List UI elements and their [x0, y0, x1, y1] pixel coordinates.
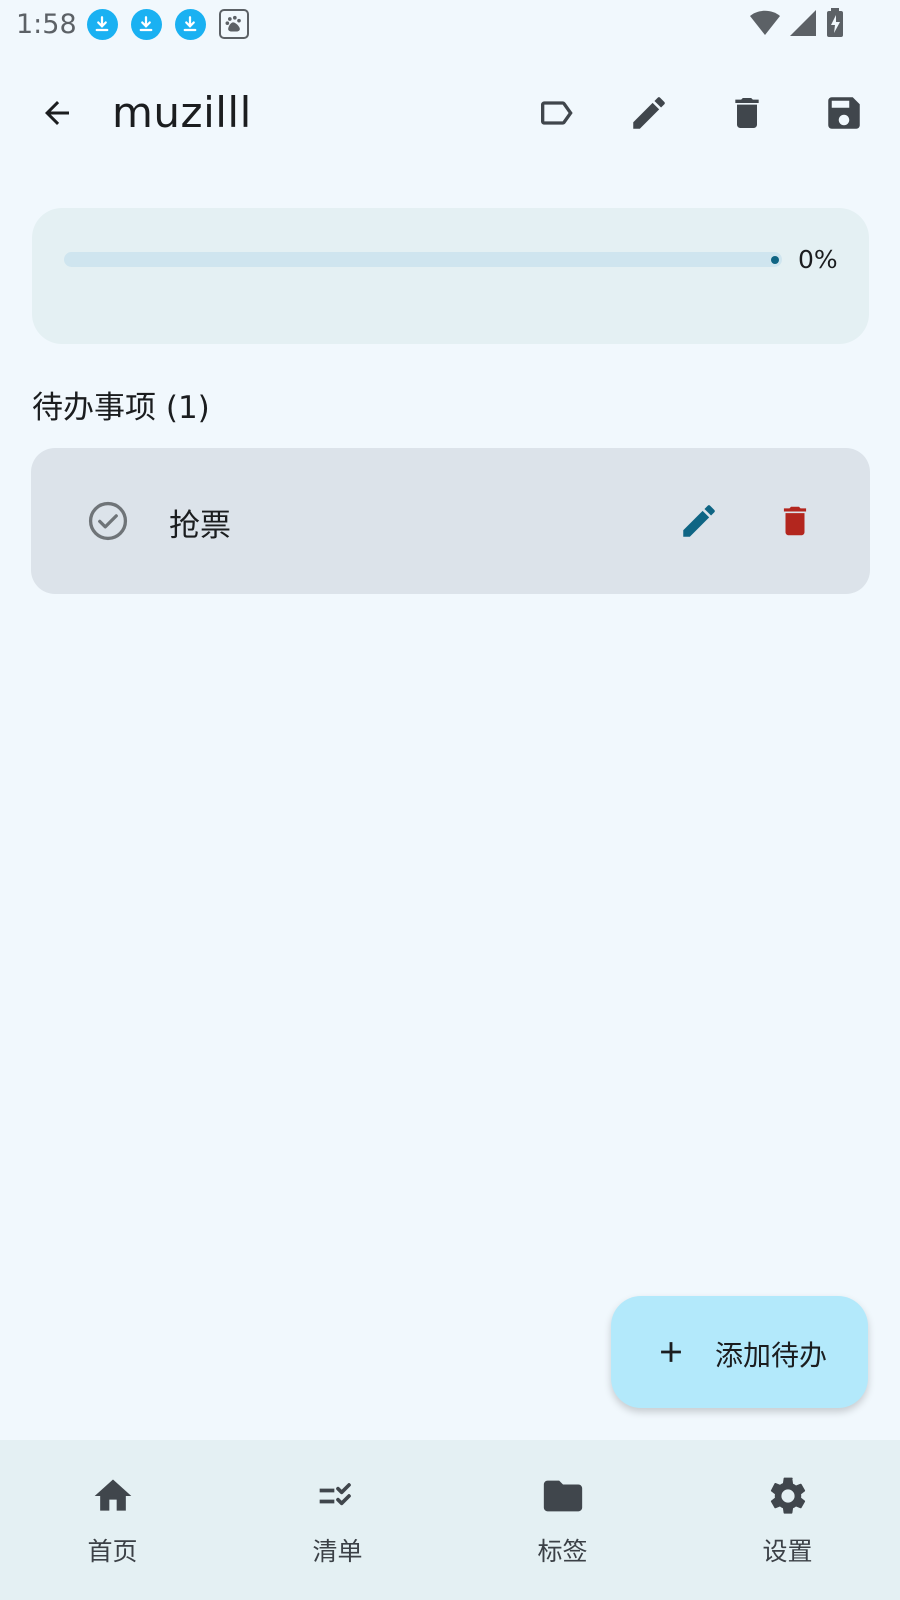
checklist-icon: [314, 1472, 362, 1520]
check-circle-outline-icon: [88, 501, 128, 541]
edit-icon: [683, 505, 715, 537]
nav-item-home[interactable]: 首页: [0, 1440, 225, 1600]
back-button[interactable]: [30, 86, 84, 140]
arrow-back-icon: [45, 101, 69, 125]
section-title: 待办事项 (1): [32, 390, 210, 426]
delete-icon: [735, 98, 759, 128]
todo-edit-button[interactable]: [672, 494, 726, 548]
settings-icon: [764, 1472, 812, 1520]
status-bar: 1:58: [0, 0, 900, 48]
cell-signal-icon: [790, 10, 816, 40]
todo-delete-button[interactable]: [768, 494, 822, 548]
system-icons: [750, 8, 844, 42]
folder-icon: [539, 1472, 587, 1520]
progress-end-dot: [771, 256, 779, 264]
save-button[interactable]: [817, 86, 871, 140]
battery-charging-icon: [826, 8, 844, 42]
nav-label: 设置: [762, 1537, 813, 1566]
notification-icons: [86, 8, 249, 40]
download-icon: [130, 8, 162, 40]
status-time: 1:58: [16, 8, 77, 40]
wifi-icon: [750, 10, 780, 40]
todo-text: 抢票: [169, 508, 231, 544]
label-button[interactable]: [529, 86, 583, 140]
baidu-icon: [218, 9, 249, 39]
nav-item-tags[interactable]: 标签: [450, 1440, 675, 1600]
download-icon: [86, 8, 118, 40]
nav-item-settings[interactable]: 设置: [675, 1440, 900, 1600]
app-bar: muzilll: [0, 68, 900, 158]
add-icon: [647, 1328, 695, 1376]
nav-item-lists[interactable]: 清单: [225, 1440, 450, 1600]
nav-label: 清单: [312, 1537, 363, 1566]
progress-card: 0%: [32, 208, 869, 344]
home-icon: [89, 1472, 137, 1520]
bottom-navigation: 首页 清单 标签 设置: [0, 1440, 900, 1600]
download-icon: [174, 8, 206, 40]
add-todo-fab[interactable]: 添加待办: [611, 1296, 868, 1408]
label-icon: [541, 101, 573, 125]
page-title: muzilll: [112, 88, 252, 137]
delete-list-button[interactable]: [720, 86, 774, 140]
nav-label: 标签: [537, 1537, 588, 1566]
todo-checkbox[interactable]: [81, 494, 135, 548]
progress-bar: [64, 252, 782, 267]
progress-percent: 0%: [798, 245, 838, 274]
fab-label: 添加待办: [715, 1339, 828, 1372]
nav-label: 首页: [87, 1537, 138, 1566]
edit-icon: [633, 97, 665, 129]
delete-icon: [783, 506, 807, 536]
todo-item[interactable]: 抢票: [31, 448, 870, 594]
save-icon: [828, 97, 860, 129]
edit-title-button[interactable]: [622, 86, 676, 140]
